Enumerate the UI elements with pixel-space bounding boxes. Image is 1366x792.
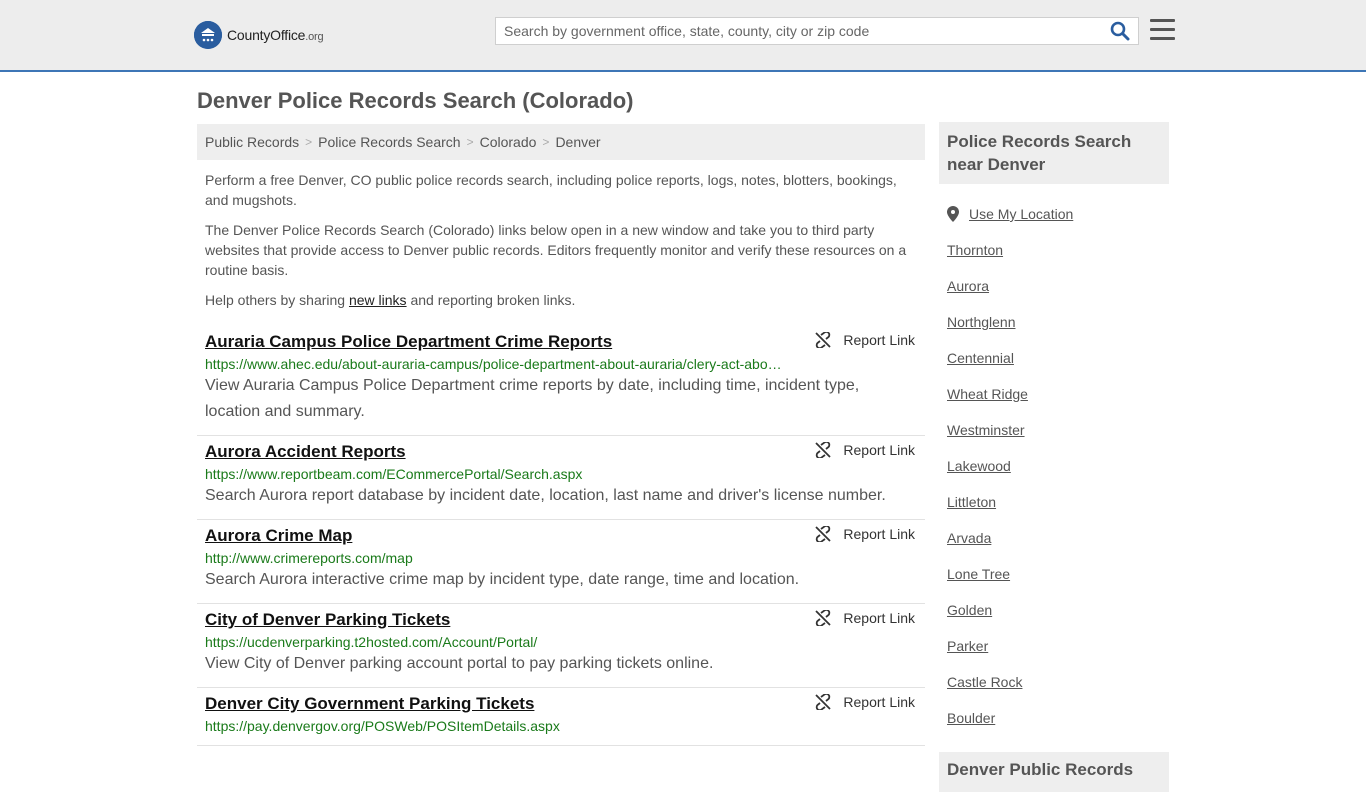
breadcrumb-denver[interactable]: Denver bbox=[555, 134, 600, 150]
result-item: Aurora Crime Map Report Link http://www.… bbox=[197, 520, 925, 604]
intro-p3-after: and reporting broken links. bbox=[406, 292, 576, 308]
intro-paragraph-1: Perform a free Denver, CO public police … bbox=[205, 172, 897, 208]
report-link-button[interactable]: Report Link bbox=[815, 694, 915, 710]
result-title-link[interactable]: Aurora Crime Map bbox=[205, 526, 352, 546]
breadcrumb-separator-icon: > bbox=[305, 135, 313, 149]
search-icon[interactable] bbox=[1110, 21, 1132, 41]
result-title-link[interactable]: City of Denver Parking Tickets bbox=[205, 610, 450, 630]
report-link-button[interactable]: Report Link bbox=[815, 526, 915, 542]
page-title: Denver Police Records Search (Colorado) bbox=[197, 88, 634, 113]
result-title-link[interactable]: Denver City Government Parking Tickets bbox=[205, 694, 534, 714]
broken-link-icon bbox=[815, 526, 832, 542]
report-link-label: Report Link bbox=[843, 332, 915, 348]
result-url[interactable]: http://www.crimereports.com/map bbox=[205, 550, 785, 566]
logo-badge-icon bbox=[194, 21, 222, 49]
report-link-button[interactable]: Report Link bbox=[815, 610, 915, 626]
logo-main-text: CountyOffice bbox=[227, 27, 306, 43]
result-description: View Auraria Campus Police Department cr… bbox=[205, 377, 860, 420]
intro-paragraph-3: Help others by sharing new links and rep… bbox=[205, 290, 917, 310]
sidebar-item-aurora[interactable]: Aurora bbox=[947, 268, 1167, 304]
result-item: Denver City Government Parking Tickets R… bbox=[197, 688, 925, 746]
broken-link-icon bbox=[815, 610, 832, 626]
site-logo[interactable]: CountyOffice.org bbox=[194, 20, 324, 50]
result-url[interactable]: https://www.reportbeam.com/ECommercePort… bbox=[205, 466, 785, 482]
breadcrumb-police-records-search[interactable]: Police Records Search bbox=[318, 134, 460, 150]
intro-text: Perform a free Denver, CO public police … bbox=[205, 170, 917, 320]
sidebar-item-littleton[interactable]: Littleton bbox=[947, 484, 1167, 520]
sidebar-item-wheat-ridge[interactable]: Wheat Ridge bbox=[947, 376, 1167, 412]
result-url[interactable]: https://www.ahec.edu/about-auraria-campu… bbox=[205, 356, 785, 372]
report-link-label: Report Link bbox=[843, 526, 915, 542]
result-url[interactable]: https://ucdenverparking.t2hosted.com/Acc… bbox=[205, 634, 785, 650]
report-link-label: Report Link bbox=[843, 694, 915, 710]
results-list: Auraria Campus Police Department Crime R… bbox=[197, 326, 925, 746]
report-link-label: Report Link bbox=[843, 442, 915, 458]
logo-suffix-text: .org bbox=[305, 31, 324, 43]
sidebar-item-boulder[interactable]: Boulder bbox=[947, 700, 1167, 736]
breadcrumb-colorado[interactable]: Colorado bbox=[480, 134, 537, 150]
report-link-button[interactable]: Report Link bbox=[815, 332, 915, 348]
map-pin-icon bbox=[947, 206, 959, 222]
sidebar-item-golden[interactable]: Golden bbox=[947, 592, 1167, 628]
breadcrumb-separator-icon: > bbox=[542, 135, 550, 149]
hamburger-menu-icon[interactable] bbox=[1150, 19, 1175, 41]
sidebar-city-list: Use My Location Thornton Aurora Northgle… bbox=[947, 196, 1167, 736]
intro-paragraph-2: The Denver Police Records Search (Colora… bbox=[205, 222, 907, 278]
sidebar-item-castle-rock[interactable]: Castle Rock bbox=[947, 664, 1167, 700]
new-links-link[interactable]: new links bbox=[349, 292, 407, 308]
use-my-location-label: Use My Location bbox=[969, 206, 1074, 222]
sidebar-item-thornton[interactable]: Thornton bbox=[947, 232, 1167, 268]
result-item: City of Denver Parking Tickets Report Li… bbox=[197, 604, 925, 688]
search-input[interactable] bbox=[496, 18, 1112, 44]
search-bar bbox=[495, 17, 1139, 45]
sidebar-item-centennial[interactable]: Centennial bbox=[947, 340, 1167, 376]
broken-link-icon bbox=[815, 694, 832, 710]
breadcrumb-public-records[interactable]: Public Records bbox=[205, 134, 299, 150]
result-title-link[interactable]: Aurora Accident Reports bbox=[205, 442, 406, 462]
broken-link-icon bbox=[815, 442, 832, 458]
sidebar-item-lakewood[interactable]: Lakewood bbox=[947, 448, 1167, 484]
report-link-label: Report Link bbox=[843, 610, 915, 626]
result-item: Aurora Accident Reports Report Link http… bbox=[197, 436, 925, 520]
result-title-link[interactable]: Auraria Campus Police Department Crime R… bbox=[205, 332, 612, 352]
intro-p3-before: Help others by sharing bbox=[205, 292, 349, 308]
sidebar-item-northglenn[interactable]: Northglenn bbox=[947, 304, 1167, 340]
result-description: Search Aurora report database by inciden… bbox=[205, 487, 886, 504]
sidebar-item-westminster[interactable]: Westminster bbox=[947, 412, 1167, 448]
sidebar-item-parker[interactable]: Parker bbox=[947, 628, 1167, 664]
sidebar-heading: Police Records Search near Denver bbox=[939, 122, 1169, 184]
use-my-location-link[interactable]: Use My Location bbox=[947, 196, 1167, 232]
broken-link-icon bbox=[815, 332, 832, 348]
result-description: Search Aurora interactive crime map by i… bbox=[205, 571, 800, 588]
sidebar-heading-2: Denver Public Records bbox=[939, 752, 1169, 792]
logo-text: CountyOffice.org bbox=[227, 27, 324, 43]
breadcrumb: Public Records > Police Records Search >… bbox=[197, 124, 925, 160]
result-description: View City of Denver parking account port… bbox=[205, 655, 714, 672]
report-link-button[interactable]: Report Link bbox=[815, 442, 915, 458]
result-item: Auraria Campus Police Department Crime R… bbox=[197, 326, 925, 436]
sidebar-item-lone-tree[interactable]: Lone Tree bbox=[947, 556, 1167, 592]
site-header: CountyOffice.org bbox=[0, 0, 1366, 72]
sidebar-item-arvada[interactable]: Arvada bbox=[947, 520, 1167, 556]
result-url[interactable]: https://pay.denvergov.org/POSWeb/POSItem… bbox=[205, 718, 785, 734]
breadcrumb-separator-icon: > bbox=[466, 135, 474, 149]
